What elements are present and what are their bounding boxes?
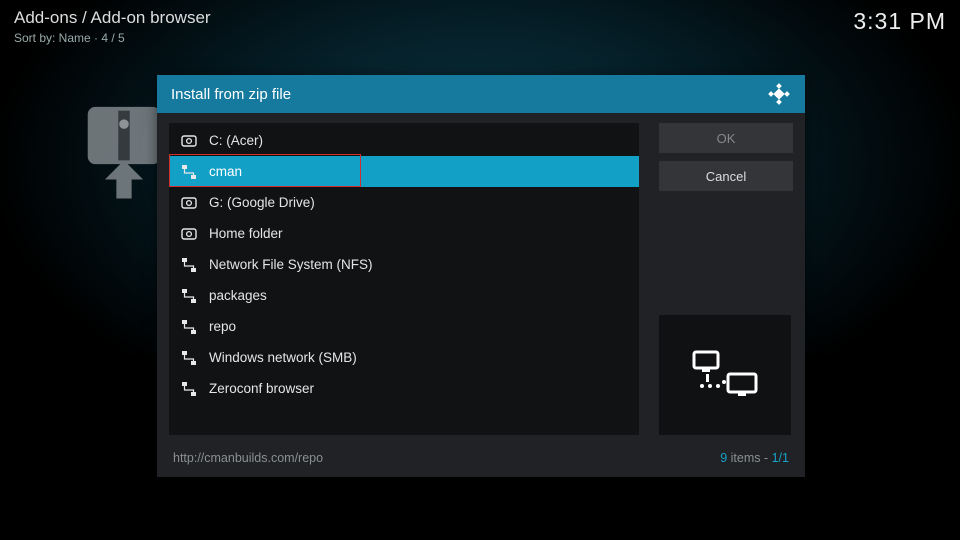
install-from-zip-dialog: Install from zip file C: (Acer) cman G: (G… (157, 75, 805, 477)
file-row[interactable]: G: (Google Drive) (169, 187, 639, 218)
file-row-label: C: (Acer) (209, 133, 263, 148)
breadcrumb: Add-ons / Add-on browser (14, 8, 211, 28)
preview-thumbnail (659, 315, 791, 435)
file-row[interactable]: C: (Acer) (169, 125, 639, 156)
file-row[interactable]: cman (169, 156, 639, 187)
file-row-label: Windows network (SMB) (209, 350, 357, 365)
kodi-logo-icon (767, 82, 791, 106)
file-row-label: Network File System (NFS) (209, 257, 373, 272)
dialog-header: Install from zip file (157, 75, 805, 113)
sort-indicator: Sort by: Name · 4 / 5 (14, 31, 211, 45)
file-row[interactable]: Zeroconf browser (169, 373, 639, 404)
file-row-label: packages (209, 288, 267, 303)
file-row-label: G: (Google Drive) (209, 195, 315, 210)
pager: 9 items - 1/1 (720, 451, 789, 465)
drive-icon (181, 133, 197, 149)
file-row-label: Home folder (209, 226, 283, 241)
dialog-title: Install from zip file (171, 86, 291, 103)
file-list[interactable]: C: (Acer) cman G: (Google Drive) Home folde… (169, 123, 639, 435)
file-row[interactable]: repo (169, 311, 639, 342)
file-row[interactable]: Windows network (SMB) (169, 342, 639, 373)
file-row[interactable]: Network File System (NFS) (169, 249, 639, 280)
file-row[interactable]: packages (169, 280, 639, 311)
ok-button[interactable]: OK (659, 123, 793, 153)
file-row-label: Zeroconf browser (209, 381, 314, 396)
footer-path: http://cmanbuilds.com/repo (173, 451, 323, 465)
zip-install-icon (85, 105, 163, 210)
selection-highlight (169, 154, 361, 187)
file-row-label: repo (209, 319, 236, 334)
file-row[interactable]: Home folder (169, 218, 639, 249)
network-icon (181, 350, 197, 366)
network-icon (181, 381, 197, 397)
network-icon (181, 164, 197, 180)
clock: 3:31 PM (853, 8, 946, 45)
drive-icon (181, 195, 197, 211)
network-icon (181, 288, 197, 304)
drive-icon (181, 226, 197, 242)
network-icon (181, 319, 197, 335)
network-icon (181, 257, 197, 273)
file-row-label: cman (209, 164, 242, 179)
cancel-button[interactable]: Cancel (659, 161, 793, 191)
